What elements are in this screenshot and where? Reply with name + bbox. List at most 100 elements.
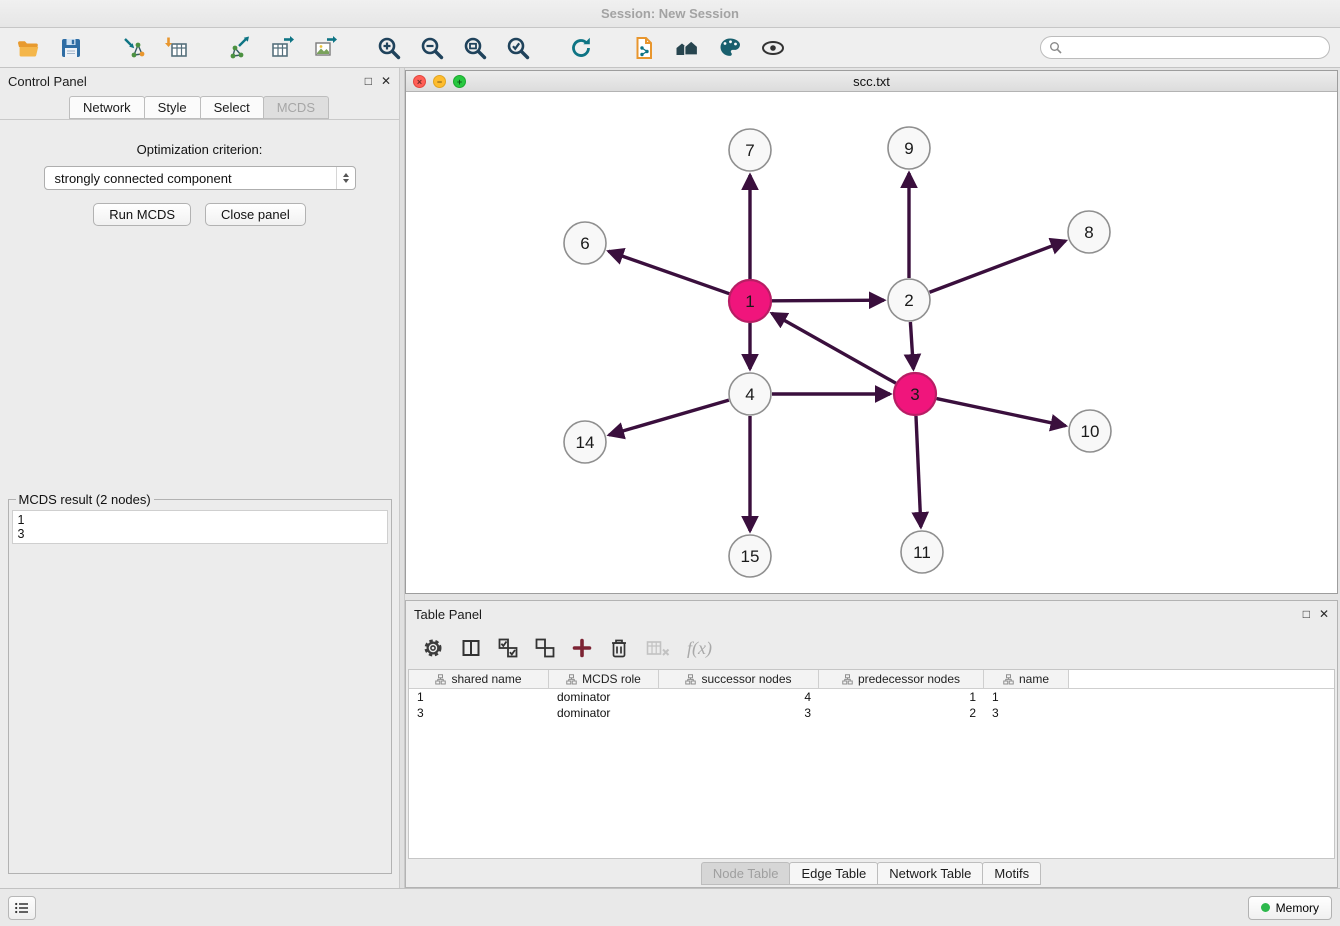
export-network-button[interactable] xyxy=(222,32,257,64)
zoom-in-button[interactable] xyxy=(371,32,406,64)
edge-2-3[interactable] xyxy=(910,322,913,369)
node-11[interactable]: 11 xyxy=(901,531,943,573)
node-3[interactable]: 3 xyxy=(894,373,936,415)
edge-3-10[interactable] xyxy=(937,399,1066,426)
search-box xyxy=(1040,36,1330,59)
column-header-predecessor-nodes[interactable]: predecessor nodes xyxy=(819,670,984,689)
criterion-value: strongly connected component xyxy=(55,171,232,186)
network-graph[interactable]: 7 9 6 8 1 2 4 3 14 10 15 11 xyxy=(406,92,1338,593)
svg-text:10: 10 xyxy=(1081,422,1100,441)
node-6[interactable]: 6 xyxy=(564,222,606,264)
table-header-filler xyxy=(1069,670,1334,689)
svg-text:3: 3 xyxy=(910,385,919,404)
float-table-panel-icon[interactable]: □ xyxy=(1303,608,1310,620)
criterion-select[interactable]: strongly connected component xyxy=(44,166,356,190)
column-header-shared-name[interactable]: shared name xyxy=(409,670,549,689)
close-table-panel-icon[interactable]: ✕ xyxy=(1319,608,1329,620)
node-2[interactable]: 2 xyxy=(888,279,930,321)
edge-2-8[interactable] xyxy=(930,241,1066,292)
zoom-fit-button[interactable] xyxy=(457,32,492,64)
control-panel-title: Control Panel xyxy=(8,74,87,89)
network-canvas[interactable]: 7 9 6 8 1 2 4 3 14 10 15 11 xyxy=(406,92,1337,593)
zoom-window-icon[interactable]: + xyxy=(453,75,466,88)
column-header-mcds-role[interactable]: MCDS role xyxy=(549,670,659,689)
edge-1-6[interactable] xyxy=(609,251,730,293)
mcds-result-list[interactable]: 1 3 xyxy=(12,510,388,544)
node-1[interactable]: 1 xyxy=(729,280,771,322)
node-4[interactable]: 4 xyxy=(729,373,771,415)
control-panel-tabs: NetworkStyleSelectMCDS xyxy=(0,94,399,119)
svg-text:8: 8 xyxy=(1084,223,1093,242)
control-tab-mcds[interactable]: MCDS xyxy=(263,96,329,119)
export-image-button[interactable] xyxy=(308,32,343,64)
control-tab-select[interactable]: Select xyxy=(200,96,264,119)
apply-layout-button[interactable] xyxy=(563,32,598,64)
network-window-title: scc.txt xyxy=(853,74,890,89)
column-header-name[interactable]: name xyxy=(984,670,1069,689)
table-tab-motifs[interactable]: Motifs xyxy=(982,862,1041,885)
network-window-titlebar: × − + scc.txt xyxy=(406,71,1337,92)
edge-1-2[interactable] xyxy=(772,300,884,301)
save-session-button[interactable] xyxy=(53,32,88,64)
main-area: Control Panel □ ✕ NetworkStyleSelectMCDS… xyxy=(0,68,1340,888)
edge-3-11[interactable] xyxy=(916,416,921,527)
minimize-window-icon[interactable]: − xyxy=(433,75,446,88)
table-row[interactable]: 1dominator411 xyxy=(409,689,1334,705)
node-10[interactable]: 10 xyxy=(1069,410,1111,452)
function-builder-button: f(x) xyxy=(687,638,712,659)
node-7[interactable]: 7 xyxy=(729,129,771,171)
import-network-button[interactable] xyxy=(116,32,151,64)
close-panel-icon[interactable]: ✕ xyxy=(381,75,391,87)
import-table-button[interactable] xyxy=(159,32,194,64)
table-settings-button[interactable] xyxy=(422,637,444,659)
memory-status-icon xyxy=(1261,903,1270,912)
panel-list-button[interactable] xyxy=(8,896,36,920)
cell-successor-nodes: 3 xyxy=(659,705,819,721)
export-document-button[interactable] xyxy=(626,32,661,64)
zoom-out-icon xyxy=(419,35,445,61)
node-9[interactable]: 9 xyxy=(888,127,930,169)
control-tab-network[interactable]: Network xyxy=(69,96,145,119)
delete-columns-button[interactable] xyxy=(609,637,629,659)
table-tab-edge-table[interactable]: Edge Table xyxy=(789,862,878,885)
control-tab-style[interactable]: Style xyxy=(144,96,201,119)
unselect-all-columns-button[interactable] xyxy=(535,638,555,658)
table-panel-title: Table Panel xyxy=(414,607,482,622)
table-row[interactable]: 3dominator323 xyxy=(409,705,1334,721)
float-panel-icon[interactable]: □ xyxy=(365,75,372,87)
show-hide-button[interactable] xyxy=(755,32,790,64)
memory-button[interactable]: Memory xyxy=(1248,896,1332,920)
node-15[interactable]: 15 xyxy=(729,535,771,577)
zoom-out-button[interactable] xyxy=(414,32,449,64)
column-type-icon xyxy=(435,674,446,685)
export-table-button[interactable] xyxy=(265,32,300,64)
export-network-icon xyxy=(227,35,253,61)
search-input[interactable] xyxy=(1067,41,1321,55)
svg-text:6: 6 xyxy=(580,234,589,253)
cell-successor-nodes: 4 xyxy=(659,689,819,705)
edge-3-1[interactable] xyxy=(772,313,896,383)
close-panel-button[interactable]: Close panel xyxy=(205,203,306,226)
edge-4-14[interactable] xyxy=(609,400,729,435)
run-mcds-button[interactable]: Run MCDS xyxy=(93,203,191,226)
export-image-icon xyxy=(313,35,339,61)
cell-name: 1 xyxy=(984,689,1069,705)
create-column-button[interactable] xyxy=(572,638,592,658)
zoom-selected-icon xyxy=(505,35,531,61)
table-panel-header: Table Panel □ ✕ xyxy=(406,601,1337,627)
select-all-columns-button[interactable] xyxy=(498,638,518,658)
table-tab-network-table[interactable]: Network Table xyxy=(877,862,983,885)
open-session-button[interactable] xyxy=(10,32,45,64)
table-tab-node-table[interactable]: Node Table xyxy=(701,862,791,885)
node-8[interactable]: 8 xyxy=(1068,211,1110,253)
zoom-selected-button[interactable] xyxy=(500,32,535,64)
close-window-icon[interactable]: × xyxy=(413,75,426,88)
column-header-successor-nodes[interactable]: successor nodes xyxy=(659,670,819,689)
cell-predecessor-nodes: 2 xyxy=(819,705,984,721)
mcds-result-title: MCDS result (2 nodes) xyxy=(16,492,154,507)
show-columns-button[interactable] xyxy=(461,638,481,658)
node-14[interactable]: 14 xyxy=(564,421,606,463)
window-titlebar: Session: New Session xyxy=(0,0,1340,28)
style-button[interactable] xyxy=(712,32,747,64)
home-button[interactable] xyxy=(669,32,704,64)
